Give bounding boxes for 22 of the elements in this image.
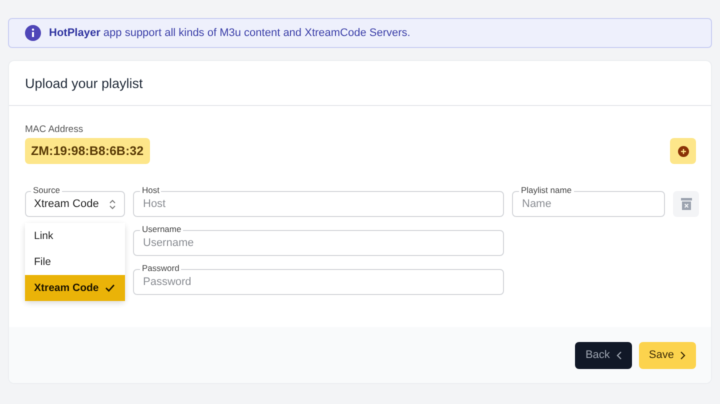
info-icon	[25, 25, 41, 41]
add-button[interactable]	[670, 138, 696, 164]
chevron-left-icon	[616, 350, 622, 360]
field-label: Username	[140, 224, 184, 234]
plus-icon	[678, 146, 688, 156]
mac-label: MAC Address	[25, 124, 84, 135]
chevron-right-icon	[680, 350, 686, 360]
info-text: HotPlayer app support all kinds of M3u content and XtreamCode Servers.	[49, 27, 410, 39]
dropdown-option[interactable]: Xtream Code	[25, 275, 125, 301]
chevron-up-down-icon	[109, 198, 116, 210]
mac-address: ZM:19:98:B8:6B:32	[25, 138, 150, 164]
dropdown-option[interactable]: Link	[25, 223, 125, 249]
field-label: Host	[140, 185, 162, 195]
field-label: Password	[140, 263, 182, 273]
check-icon	[105, 284, 115, 292]
dropdown-option[interactable]: File	[25, 249, 125, 275]
trash-icon	[680, 198, 692, 210]
card-title: Upload your playlist	[25, 76, 143, 90]
back-button[interactable]: Back	[575, 342, 632, 368]
save-button[interactable]: Save	[638, 342, 696, 368]
field-label: Playlist name	[519, 185, 574, 195]
field-label: Source	[31, 185, 62, 195]
